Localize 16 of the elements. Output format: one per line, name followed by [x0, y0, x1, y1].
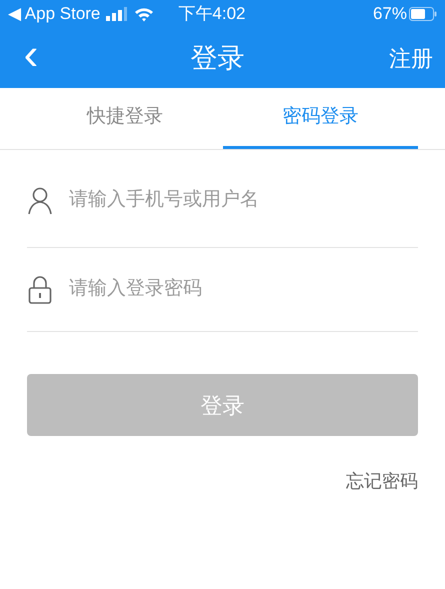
battery-icon [409, 7, 437, 21]
battery-percent: 67% [372, 3, 407, 26]
wifi-icon [134, 6, 154, 22]
text-input[interactable]: 请输入登录密码 [69, 275, 418, 304]
lock-icon [28, 276, 52, 304]
back-to-app-link[interactable]: ◀ App Store [8, 1, 100, 27]
clock-time: 下午4:02 [178, 3, 246, 26]
forgot-password-link[interactable]: 忘记密码 [346, 468, 418, 495]
user-icon [27, 186, 53, 214]
login-tab[interactable]: 密码登录 [222, 88, 418, 149]
signal-icon [106, 7, 128, 21]
login-tab[interactable]: 快捷登录 [27, 88, 222, 149]
register-button[interactable]: 注册 [389, 42, 433, 74]
text-input[interactable]: 请输入手机号或用户名 [69, 186, 418, 215]
page-title: 登录 [190, 42, 244, 75]
back-button[interactable]: ‹ [16, 33, 46, 77]
